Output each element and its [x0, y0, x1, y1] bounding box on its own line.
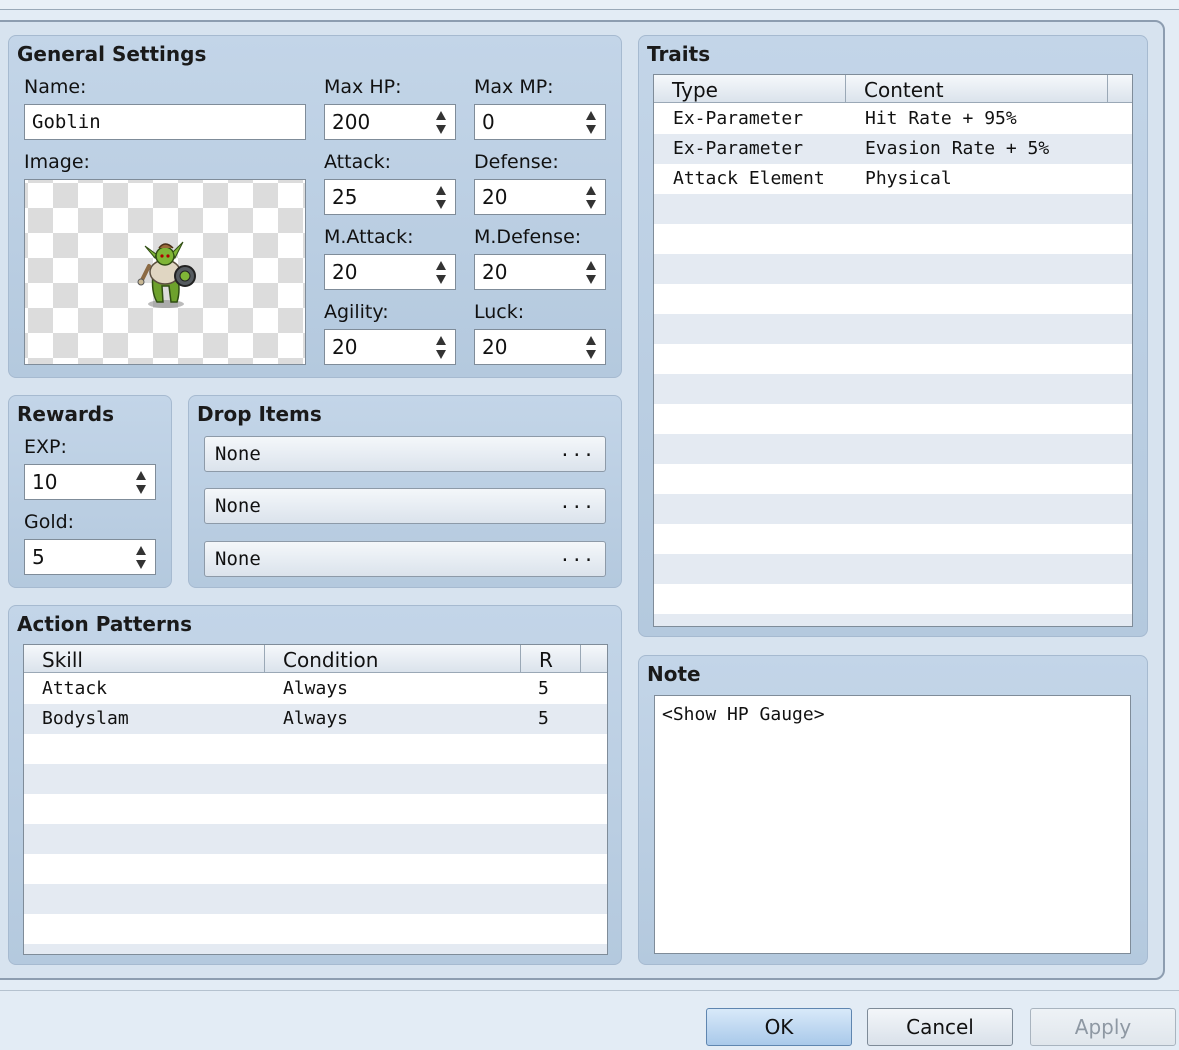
type-cell: Ex-Parameter [673, 108, 804, 129]
drop-item-3-button[interactable]: None... [204, 541, 606, 577]
table-row[interactable]: Ex-Parameter Hit Rate + 95% [654, 104, 1132, 134]
gold-spinner[interactable]: 5 [24, 539, 156, 575]
condition-cell: Always [283, 708, 349, 729]
gold-label: Gold: [24, 511, 75, 533]
action-patterns-title: Action Patterns [17, 612, 192, 636]
drop-item-1-button[interactable]: None... [204, 436, 606, 472]
spinner-arrows-icon[interactable] [586, 334, 598, 360]
max-hp-label: Max HP: [324, 76, 402, 98]
skill-cell: Attack [42, 678, 108, 699]
ok-button[interactable]: OK [706, 1008, 852, 1046]
spinner-arrows-icon[interactable] [136, 469, 148, 495]
attack-value: 25 [332, 185, 358, 209]
table-header: Skill Condition R [24, 645, 607, 673]
table-row[interactable]: Attack Always 5 [24, 674, 607, 704]
drop-item-2-label: None [215, 495, 261, 517]
table-row[interactable]: Ex-Parameter Evasion Rate + 5% [654, 134, 1132, 164]
column-header-type[interactable]: Type [654, 75, 846, 103]
exp-label: EXP: [24, 436, 67, 458]
content-cell: Hit Rate + 95% [865, 108, 1017, 129]
content-cell: Physical [865, 168, 952, 189]
gold-value: 5 [32, 545, 45, 569]
general-settings-title: General Settings [17, 42, 207, 66]
window-top-edge [0, 0, 1179, 10]
max-mp-spinner[interactable]: 0 [474, 104, 606, 140]
image-label: Image: [24, 151, 90, 173]
skill-cell: Bodyslam [42, 708, 129, 729]
name-input[interactable]: Goblin [24, 104, 306, 140]
rating-cell: 5 [538, 708, 549, 729]
exp-value: 10 [32, 470, 58, 494]
apply-button[interactable]: Apply [1030, 1008, 1176, 1046]
max-hp-value: 200 [332, 110, 371, 134]
table-body: Attack Always 5 Bodyslam Always 5 [24, 674, 607, 954]
drop-item-3-label: None [215, 548, 261, 570]
type-cell: Ex-Parameter [673, 138, 804, 159]
spinner-arrows-icon[interactable] [436, 259, 448, 285]
m-defense-spinner[interactable]: 20 [474, 254, 606, 290]
column-header-r[interactable]: R [521, 645, 581, 673]
column-header-skill[interactable]: Skill [24, 645, 265, 673]
drop-item-2-button[interactable]: None... [204, 488, 606, 524]
table-header: Type Content [654, 75, 1132, 103]
column-header-condition[interactable]: Condition [265, 645, 521, 673]
ellipsis-icon: ... [559, 440, 595, 461]
condition-cell: Always [283, 678, 349, 699]
defense-label: Defense: [474, 151, 559, 173]
content-cell: Evasion Rate + 5% [865, 138, 1050, 159]
luck-spinner[interactable]: 20 [474, 329, 606, 365]
table-row[interactable]: Attack Element Physical [654, 164, 1132, 194]
attack-label: Attack: [324, 151, 392, 173]
goblin-sprite-icon [137, 241, 196, 308]
m-attack-value: 20 [332, 260, 358, 284]
m-defense-label: M.Defense: [474, 226, 582, 248]
drop-item-1-label: None [215, 443, 261, 465]
name-label: Name: [24, 76, 87, 98]
spinner-arrows-icon[interactable] [136, 544, 148, 570]
m-attack-spinner[interactable]: 20 [324, 254, 456, 290]
cancel-button[interactable]: Cancel [867, 1008, 1013, 1046]
drop-items-title: Drop Items [197, 402, 322, 426]
spinner-arrows-icon[interactable] [586, 259, 598, 285]
max-mp-value: 0 [482, 110, 495, 134]
rewards-title: Rewards [17, 402, 115, 426]
attack-spinner[interactable]: 25 [324, 179, 456, 215]
luck-label: Luck: [474, 301, 525, 323]
spinner-arrows-icon[interactable] [436, 334, 448, 360]
m-attack-label: M.Attack: [324, 226, 414, 248]
column-header-content[interactable]: Content [846, 75, 1108, 103]
spinner-arrows-icon[interactable] [436, 109, 448, 135]
spinner-arrows-icon[interactable] [586, 109, 598, 135]
max-hp-spinner[interactable]: 200 [324, 104, 456, 140]
type-cell: Attack Element [673, 168, 825, 189]
note-title: Note [647, 662, 701, 686]
max-mp-label: Max MP: [474, 76, 554, 98]
spinner-arrows-icon[interactable] [436, 184, 448, 210]
luck-value: 20 [482, 335, 508, 359]
agility-spinner[interactable]: 20 [324, 329, 456, 365]
table-body: Ex-Parameter Hit Rate + 95% Ex-Parameter… [654, 104, 1132, 626]
agility-value: 20 [332, 335, 358, 359]
rating-cell: 5 [538, 678, 549, 699]
table-row[interactable]: Bodyslam Always 5 [24, 704, 607, 734]
exp-spinner[interactable]: 10 [24, 464, 156, 500]
ellipsis-icon: ... [559, 545, 595, 566]
m-defense-value: 20 [482, 260, 508, 284]
ellipsis-icon: ... [559, 492, 595, 513]
spinner-arrows-icon[interactable] [586, 184, 598, 210]
traits-table[interactable]: Type Content Ex-Parameter Hit Rate + 95%… [653, 74, 1133, 627]
defense-value: 20 [482, 185, 508, 209]
action-patterns-table[interactable]: Skill Condition R Attack Always 5 Bodysl… [23, 644, 608, 955]
defense-spinner[interactable]: 20 [474, 179, 606, 215]
enemy-image-preview[interactable] [24, 179, 306, 365]
agility-label: Agility: [324, 301, 389, 323]
note-textarea[interactable]: <Show HP Gauge> [654, 695, 1131, 954]
traits-title: Traits [647, 42, 711, 66]
